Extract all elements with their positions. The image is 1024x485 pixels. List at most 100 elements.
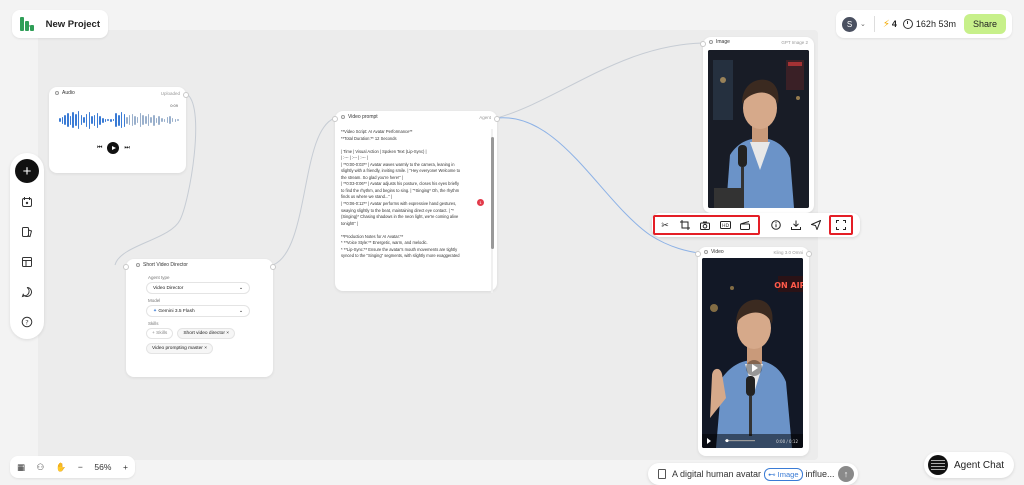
fullscreen-icon[interactable] [831,217,851,233]
waveform-bar [115,113,117,127]
skill-chip[interactable]: Video prompting master × [146,343,213,354]
waveform-bar [169,116,171,124]
generated-video[interactable]: ON AIR 0:00 / 0:12 [702,258,803,448]
audio-node[interactable]: Audio Uploaded 0:09 ⏮ ⏭ [49,87,189,173]
generated-image[interactable] [708,50,809,208]
scrollbar-thumb[interactable] [490,137,494,249]
layers-icon[interactable] [16,221,38,243]
project-menu[interactable]: ⌄ New Project [12,10,108,38]
node-tag: Uploaded [160,90,180,96]
user-icon[interactable]: ⚇ [37,462,45,473]
video-frame: ON AIR 0:00 / 0:12 [702,258,803,448]
image-reference-chip[interactable]: ⊷ Image [764,467,803,481]
send-icon[interactable] [806,217,826,233]
waveform-bar [118,114,120,126]
close-icon[interactable]: × [226,331,229,336]
skip-forward-icon[interactable]: ⏭ [124,145,129,152]
waveform-bar [131,114,134,126]
waveform-bar [120,112,123,128]
asset-icon[interactable] [16,191,38,213]
skills-label: Skills [148,321,159,326]
account-bar: S ⌄ ⚡ 4 162h 53m Share [836,10,1012,38]
prompt-text-before: A digital human avatar [672,469,762,479]
model-label: Model [148,298,161,303]
waveform-bar [177,119,179,121]
template-icon[interactable] [16,251,38,273]
audio-icon [55,91,59,95]
waveform-bar [126,116,128,124]
neon-sign: ON AIR [774,281,803,290]
skip-back-icon[interactable]: ⏮ [97,145,102,152]
comment-badge[interactable]: 1 [477,199,484,206]
app-logo [20,17,34,31]
skills-list: + Skills Short video director × Video pr… [146,328,256,354]
output-port[interactable] [806,251,812,257]
prompt-input[interactable]: A digital human avatar ⊷ Image influe...… [648,463,858,485]
node-header: Short Video Director [126,259,273,271]
chevron-down-icon: ⌄ [238,308,243,314]
avatar-portrait [708,50,809,208]
node-title: Video prompt [348,114,378,120]
input-port[interactable] [695,251,701,257]
svg-text:HD: HD [722,223,729,229]
waveform-bar [96,112,99,128]
output-port[interactable] [270,264,276,270]
node-title: Image [716,39,730,45]
help-icon[interactable]: ? [16,311,38,333]
node-header: Video prompt Agent [335,111,497,123]
video-prompt-node[interactable]: Video prompt Agent **Video Script: AI Av… [332,111,500,293]
audio-controls: ⏮ ⏭ [97,142,130,154]
hand-icon[interactable]: ✋ [56,462,67,473]
model-select[interactable]: ✦ Gemini 3.5 Flash ⌄ [146,305,250,317]
node-header: Image GPT Image 2 [703,37,814,48]
agent-chat-button[interactable]: Agent Chat [924,452,1014,478]
crop-icon[interactable] [675,217,695,233]
submit-button[interactable]: ↑ [838,466,854,482]
play-button[interactable] [107,142,120,154]
hd-icon[interactable]: HD [715,217,735,233]
video-node[interactable]: Video Kling 3.0 Omni ON AIR 0:00 / 0:12 [695,247,812,456]
chevron-down-icon: ⌄ [238,285,243,291]
scissors-icon[interactable]: ✂ [655,217,675,233]
zoom-in-button[interactable]: + [123,462,128,472]
node-header: Audio Uploaded [49,87,186,99]
grid-icon[interactable]: ▦ [17,462,25,473]
share-button[interactable]: Share [963,14,1006,34]
add-skill-button[interactable]: + Skills [146,328,174,339]
director-node[interactable]: Short Video Director Agent type Video Di… [123,259,276,377]
credits-count: 4 [891,19,897,29]
clapper-icon[interactable] [735,217,755,233]
waveform-bar [166,117,168,123]
svg-text:?: ? [25,318,28,326]
video-time: 0:00 / 0:12 [776,439,798,444]
fullscreen-group [829,215,853,235]
audio-waveform[interactable] [59,109,179,131]
waveform-bar [112,119,115,121]
waveform-bar [171,118,174,122]
info-icon[interactable] [766,217,786,233]
input-port[interactable] [332,116,338,122]
chevron-down-icon[interactable]: ⌄ [860,20,866,28]
add-node-button[interactable]: + [15,159,39,183]
image-node[interactable]: Image GPT Image 2 [700,37,814,213]
close-icon[interactable]: × [204,346,207,351]
download-icon[interactable] [786,217,806,233]
output-port[interactable] [183,92,189,98]
skill-chip[interactable]: Short video director × [177,328,236,339]
input-port[interactable] [123,264,129,270]
waveform-bar [153,114,155,126]
waveform-bar [139,113,142,127]
text-icon [341,115,345,119]
prompt-text[interactable]: **Video Script: AI Avatar Performance** *… [341,129,489,299]
input-port[interactable] [700,41,706,47]
waveform-bar [147,114,150,126]
chat-icon[interactable] [16,281,38,303]
zoom-out-button[interactable]: − [78,462,83,472]
waveform-bar [67,113,69,127]
user-avatar[interactable]: S [842,16,857,32]
agent-type-select[interactable]: Video Director ⌄ [146,282,250,294]
document-icon [658,469,666,479]
waveform-bar [163,118,166,122]
camera-icon[interactable] [695,217,715,233]
output-port[interactable] [494,116,500,122]
